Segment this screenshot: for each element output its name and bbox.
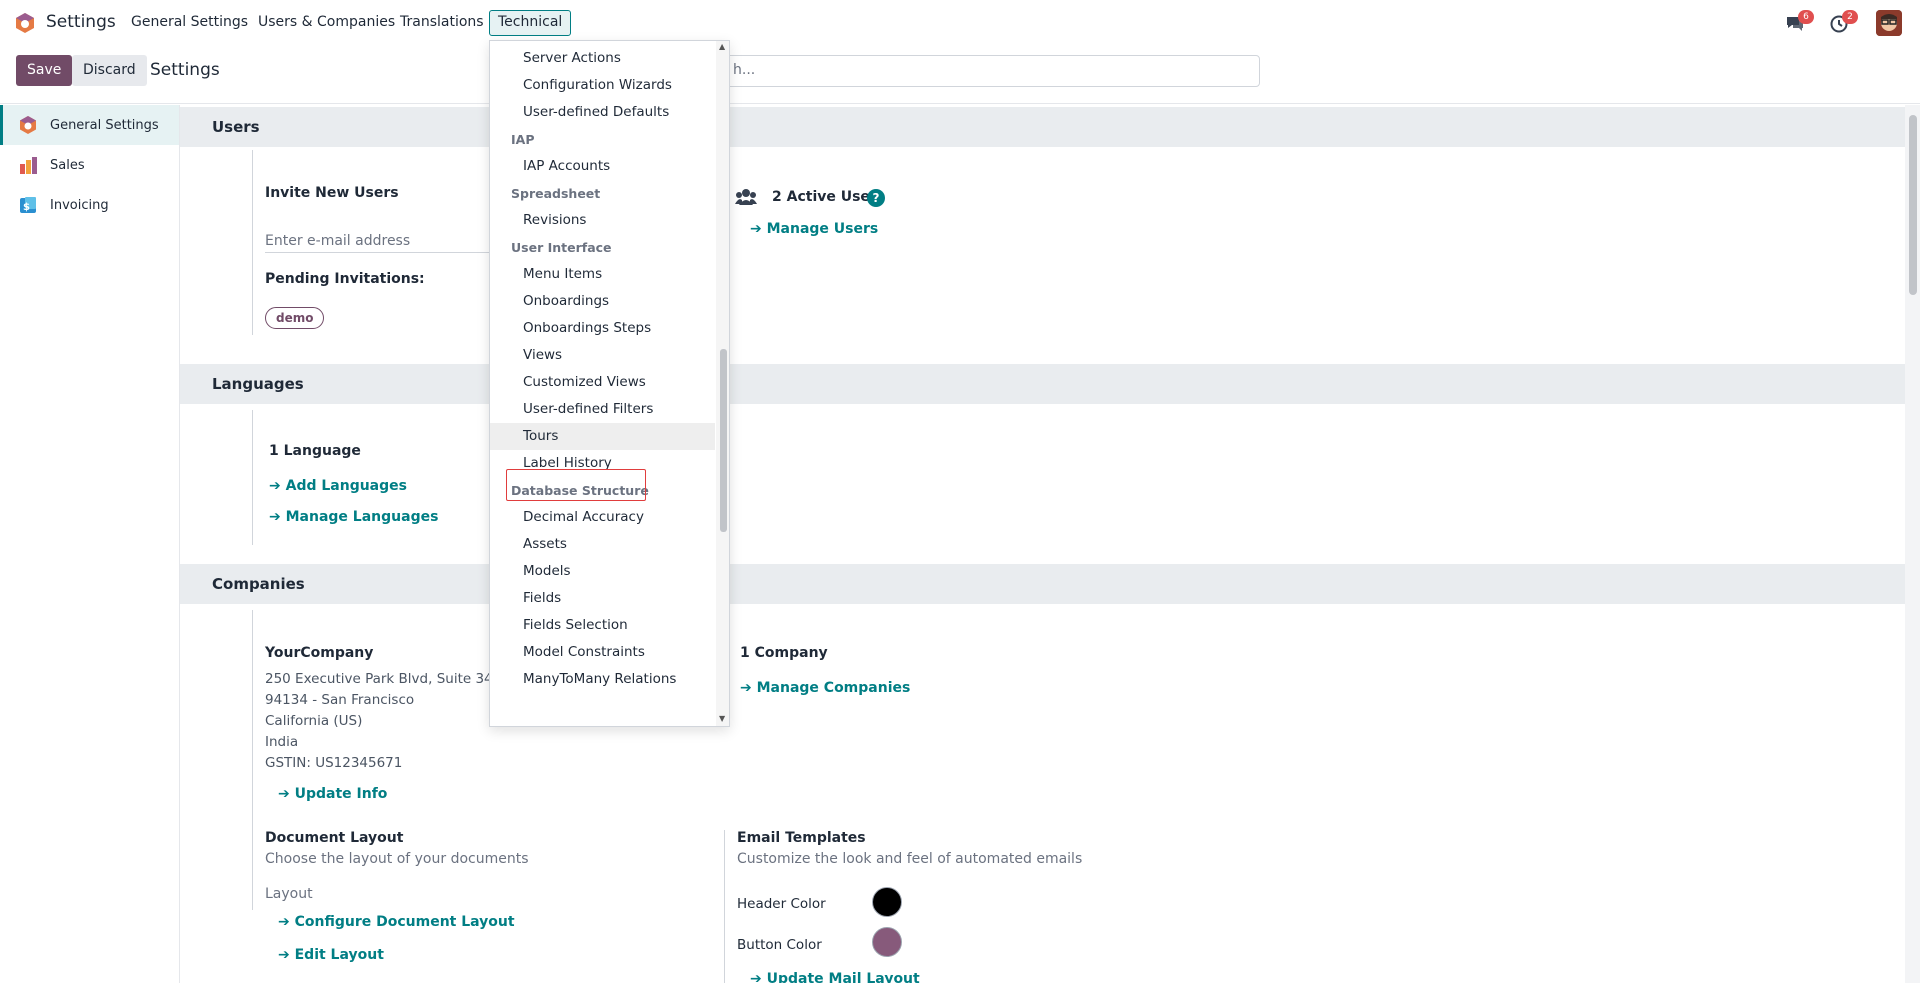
top-navbar: Settings General Settings Users & Compan…	[0, 0, 1920, 46]
pending-invitations-label: Pending Invitations:	[265, 271, 425, 287]
edit-layout-link[interactable]: ➔ Edit Layout	[278, 947, 384, 963]
settings-search-box[interactable]	[720, 55, 1260, 87]
menu-item-configuration-wizards[interactable]: Configuration Wizards	[490, 72, 715, 99]
invite-users-title: Invite New Users	[265, 185, 399, 201]
company-address-line: 250 Executive Park Blvd, Suite 3400	[265, 671, 510, 687]
menu-item-manytomany-relations[interactable]: ManyToMany Relations	[490, 666, 715, 693]
scroll-up-arrow-icon[interactable]: ▲	[719, 42, 725, 51]
company-count: 1 Company	[740, 645, 828, 661]
menu-item-assets[interactable]: Assets	[490, 531, 715, 558]
menu-item-models[interactable]: Models	[490, 558, 715, 585]
breadcrumb-title: Settings	[150, 60, 220, 80]
languages-setting-box	[252, 410, 253, 545]
menu-item-server-actions[interactable]: Server Actions	[490, 45, 715, 72]
technical-dropdown-menu: Server Actions Configuration Wizards User-…	[489, 40, 730, 727]
manage-users-link[interactable]: ➔ Manage Users	[750, 221, 878, 237]
menu-item-model-constraints[interactable]: Model Constraints	[490, 639, 715, 666]
help-icon[interactable]: ?	[867, 189, 885, 207]
manage-companies-link[interactable]: ➔ Manage Companies	[740, 680, 910, 696]
dropdown-scrollbar-thumb[interactable]	[720, 349, 727, 532]
discard-button[interactable]: Discard	[72, 55, 147, 86]
email-templates-desc: Customize the look and feel of automated…	[737, 851, 1083, 867]
email-templates-setting-box	[724, 830, 725, 983]
document-layout-desc: Choose the layout of your documents	[265, 851, 529, 867]
invite-email-input[interactable]	[265, 229, 505, 253]
sidebar-item-label: Invoicing	[50, 197, 109, 213]
company-address-line: 94134 - San Francisco	[265, 692, 415, 708]
configure-document-layout-link[interactable]: ➔ Configure Document Layout	[278, 914, 515, 930]
page-scrollbar-thumb[interactable]	[1909, 115, 1917, 295]
manage-languages-link[interactable]: ➔ Manage Languages	[269, 509, 438, 525]
invoicing-app-icon: $	[20, 197, 36, 213]
section-header-users: Users	[180, 107, 1905, 147]
update-mail-layout-link[interactable]: ➔ Update Mail Layout	[750, 971, 920, 983]
menu-section-header: IAP	[511, 132, 535, 147]
menu-item-onboardings[interactable]: Onboardings	[490, 288, 715, 315]
menu-item-fields[interactable]: Fields	[490, 585, 715, 612]
menu-item-tours[interactable]: Tours	[490, 423, 715, 450]
menu-users-companies[interactable]: Users & Companies	[258, 14, 395, 30]
header-color-swatch[interactable]	[872, 887, 902, 917]
sidebar-item-general-settings[interactable]: General Settings	[0, 105, 179, 145]
active-users-count: 2 Active User	[772, 189, 877, 205]
users-group-icon	[735, 189, 757, 205]
user-avatar[interactable]	[1876, 10, 1902, 36]
app-title[interactable]: Settings	[46, 12, 116, 32]
section-header-languages: Languages	[180, 364, 1905, 404]
highlight-box	[506, 469, 646, 501]
menu-technical[interactable]: Technical	[489, 10, 572, 36]
sidebar-item-invoicing[interactable]: $ Invoicing	[0, 185, 179, 225]
settings-sidebar: General Settings Sales $ Invoicing	[0, 105, 180, 983]
menu-item-decimal-accuracy[interactable]: Decimal Accuracy	[490, 504, 715, 531]
company-setting-box	[252, 610, 253, 910]
search-input[interactable]	[733, 62, 1243, 78]
header-color-label: Header Color	[737, 896, 826, 912]
language-count: 1 Language	[269, 443, 361, 459]
page-scrollbar[interactable]	[1905, 105, 1920, 983]
svg-text:$: $	[23, 202, 30, 213]
chat-badge: 6	[1798, 10, 1814, 24]
menu-section-header: User Interface	[511, 240, 612, 255]
menu-section-header: Spreadsheet	[511, 186, 601, 201]
odoo-app-icon[interactable]	[14, 12, 36, 34]
add-languages-link[interactable]: ➔ Add Languages	[269, 478, 407, 494]
menu-item-customized-views[interactable]: Customized Views	[490, 369, 715, 396]
sidebar-item-sales[interactable]: Sales	[0, 145, 179, 185]
company-address-line: California (US)	[265, 713, 363, 729]
document-layout-title: Document Layout	[265, 830, 404, 846]
settings-content: Users Invite New Users Pending Invitatio…	[180, 105, 1905, 983]
control-panel: Save Discard Settings	[0, 46, 1920, 104]
menu-item-user-defined-filters[interactable]: User-defined Filters	[490, 396, 715, 423]
scroll-down-arrow-icon[interactable]: ▼	[719, 714, 725, 723]
company-name: YourCompany	[265, 645, 374, 661]
sidebar-item-label: General Settings	[50, 117, 159, 133]
menu-item-revisions[interactable]: Revisions	[490, 207, 715, 234]
sales-app-icon	[20, 157, 37, 174]
layout-label: Layout	[265, 886, 313, 902]
update-info-link[interactable]: ➔ Update Info	[278, 786, 387, 802]
users-setting-box	[252, 150, 253, 335]
save-button[interactable]: Save	[16, 55, 73, 86]
email-templates-title: Email Templates	[737, 830, 866, 846]
menu-item-menu-items[interactable]: Menu Items	[490, 261, 715, 288]
activity-badge: 2	[1842, 10, 1858, 24]
pending-invitation-tag[interactable]: demo	[265, 307, 325, 329]
company-address-line: India	[265, 734, 299, 750]
button-color-swatch[interactable]	[872, 927, 902, 957]
dropdown-scrollbar[interactable]: ▲ ▼	[716, 41, 729, 726]
button-color-label: Button Color	[737, 937, 822, 953]
company-gstin: GSTIN: US12345671	[265, 755, 403, 771]
menu-item-iap-accounts[interactable]: IAP Accounts	[490, 153, 715, 180]
menu-item-views[interactable]: Views	[490, 342, 715, 369]
settings-app-icon	[20, 116, 36, 134]
menu-item-onboardings-steps[interactable]: Onboardings Steps	[490, 315, 715, 342]
menu-translations[interactable]: Translations	[400, 14, 484, 30]
menu-item-fields-selection[interactable]: Fields Selection	[490, 612, 715, 639]
menu-general-settings[interactable]: General Settings	[131, 14, 248, 30]
menu-item-user-defined-defaults[interactable]: User-defined Defaults	[490, 99, 715, 126]
sidebar-item-label: Sales	[50, 157, 85, 173]
section-header-companies: Companies	[180, 564, 1905, 604]
